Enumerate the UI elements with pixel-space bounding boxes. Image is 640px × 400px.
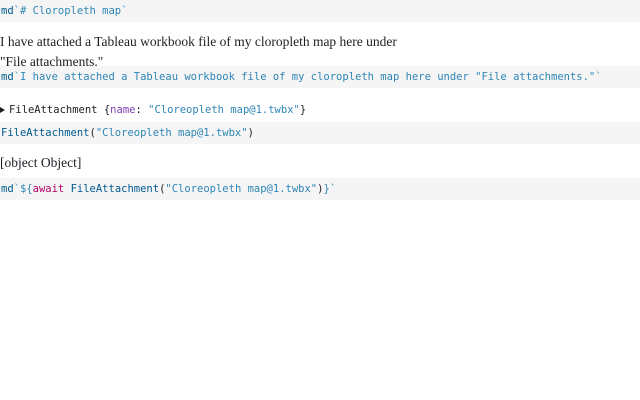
inspector-value: "Cloreopleth map@1.twbx" [148,104,300,116]
function-name: FileAttachment [1,127,90,139]
code-cell-file-attachment[interactable]: FileAttachment("Cloreopleth map@1.twbx") [0,122,640,144]
template-close: ` [121,5,128,17]
object-inspector[interactable]: FileAttachment {name: "Cloreopleth map@1… [0,100,306,120]
md-tag: md [1,71,14,83]
template-close: }` [323,183,337,195]
function-name: FileAttachment [70,183,160,195]
inspector-class-name: FileAttachment [9,104,98,116]
md-tag: md [1,5,14,17]
inspector-close-brace: } [299,104,307,116]
code-cell-title[interactable]: md`# Cloropleth map` [0,0,640,22]
template-open: `${ [13,183,33,195]
inspector-key: name [110,104,136,116]
md-tag: md [1,183,14,195]
await-keyword: await [32,183,65,195]
object-output-text: [object Object] [0,155,82,170]
code-cell-await-attachment[interactable]: md`${await FileAttachment("Cloreopleth m… [0,178,640,200]
expand-caret-icon[interactable] [0,107,5,113]
template-body: # Cloropleth map [19,5,122,17]
template-close: ` [595,71,602,83]
string-argument: "Cloreopleth map@1.twbx" [165,183,318,195]
string-argument: "Cloreopleth map@1.twbx" [95,127,248,139]
code-cell-paragraph[interactable]: md `I have attached a Tableau workbook fi… [0,66,640,88]
inspector-colon: : [135,104,142,116]
close-paren: ) [247,127,254,139]
template-body: I have attached a Tableau workbook file … [19,71,596,83]
